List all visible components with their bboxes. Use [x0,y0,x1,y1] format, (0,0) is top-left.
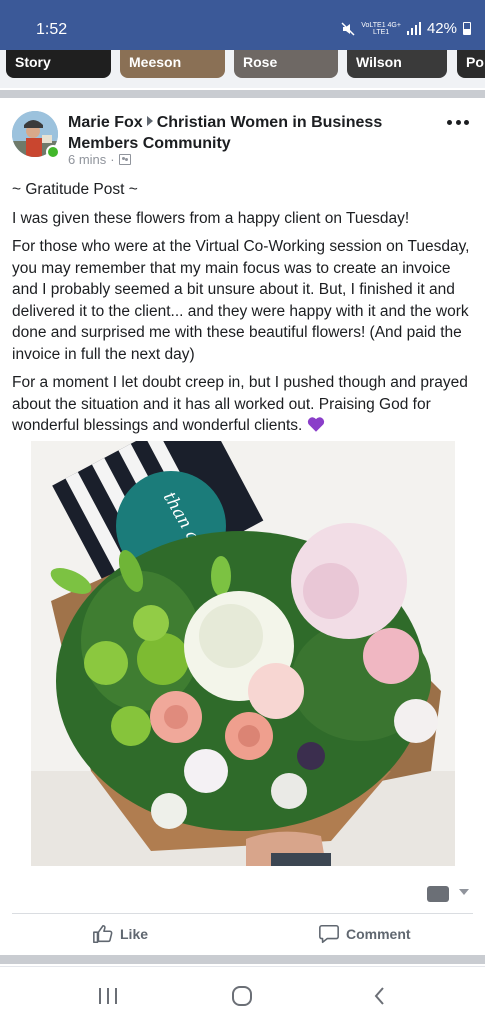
back-button[interactable] [368,984,392,1008]
recents-icon [99,988,117,1004]
actions-divider [12,913,473,914]
story-card[interactable]: Rose [234,50,338,78]
chevron-down-icon[interactable] [459,889,469,895]
comment-button[interactable]: Comment [318,922,411,946]
home-icon [232,986,252,1006]
comment-label: Comment [346,926,411,942]
home-button[interactable] [230,984,254,1008]
battery-icon [463,22,471,35]
section-divider [0,955,485,964]
story-card[interactable]: Meeson [120,50,225,78]
group-privacy-icon [118,154,131,165]
story-card[interactable]: Wilson [347,50,447,78]
back-chevron-icon [374,987,384,1005]
online-status-dot [46,145,60,159]
purple-heart-icon [307,417,324,432]
signal-icon [406,22,421,35]
battery-percent: 42% [426,20,457,37]
post-paragraph: ~ Gratitude Post ~ [12,181,138,198]
author-name[interactable]: Marie Fox [68,114,143,131]
system-navigation-bar [0,966,485,1024]
post-paragraph-last: For a moment I let doubt creep in, but I… [12,374,468,434]
like-button[interactable]: Like [92,922,148,946]
mute-icon [341,21,355,36]
status-time: 1:52 [36,21,68,38]
story-card[interactable]: Story [6,50,111,78]
post-body: ~ Gratitude Post ~ I was given these flo… [12,179,474,444]
section-divider [0,90,485,98]
post-time[interactable]: 6 mins [68,152,106,167]
comment-bubble-icon [319,924,339,944]
system-icons: VoLTE1 4G+ LTE1 42% [341,20,471,37]
caret-right-icon [146,116,153,126]
post-paragraph: I was given these flowers from a happy c… [12,209,410,227]
post-paragraph: For those who were at the Virtual Co-Wor… [12,238,470,363]
recent-apps-button[interactable] [96,984,120,1008]
reacting-users-avatar[interactable] [427,886,449,902]
network-type-label: VoLTE1 4G+ LTE1 [361,21,401,36]
more-options-icon[interactable] [447,116,469,128]
like-label: Like [120,926,149,942]
post-author-line[interactable]: Marie Fox Christian Women in Business Mem… [68,112,428,154]
post-photo[interactable]: than a bun [31,441,455,866]
thumbs-up-icon [93,924,113,944]
stories-strip[interactable]: Story Meeson Rose Wilson Po [0,50,485,88]
status-bar: 1:52 VoLTE1 4G+ LTE1 42% [0,0,485,50]
post-meta: 6 mins · [68,152,131,167]
story-card[interactable]: Po [457,50,485,78]
